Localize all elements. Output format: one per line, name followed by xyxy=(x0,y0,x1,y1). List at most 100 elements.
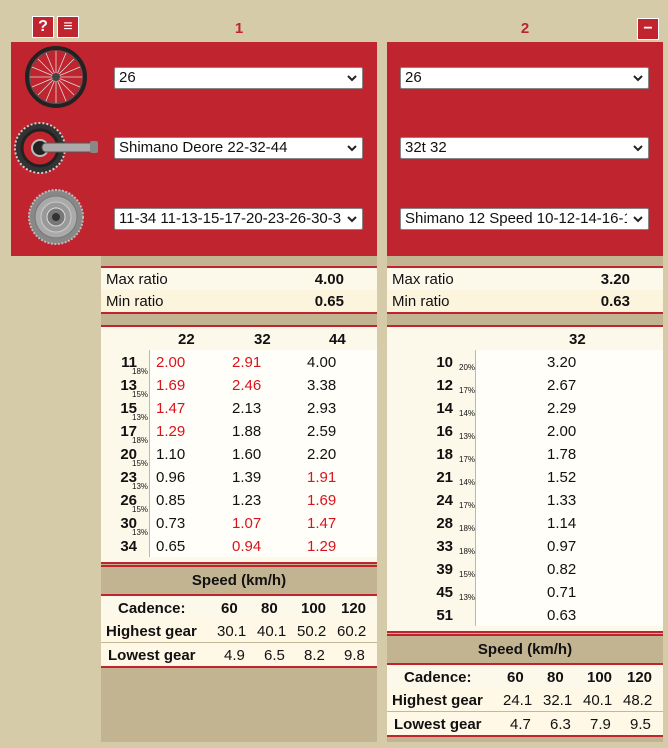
ratio-cell: 2.46 xyxy=(232,377,262,394)
gear-ratio-table: 32 10 20% 3.20 12 17% 2.67 14 14% 2.29 16 13% 2.00 18… xyxy=(387,325,663,633)
gear-row: 26 15% 0.85 1.23 1.69 xyxy=(101,488,377,514)
chainring-label: 32 xyxy=(569,331,586,348)
cog-label: 21 xyxy=(436,469,453,486)
min-ratio-value: 0.63 xyxy=(600,292,630,310)
gear-row: 15 13% 1.47 2.13 2.93 xyxy=(101,396,377,422)
lowest-gear-label: Lowest gear xyxy=(394,716,482,733)
ratio-cell: 0.97 xyxy=(547,538,577,555)
chevron-down-icon xyxy=(633,216,643,223)
cadence-value: 120 xyxy=(627,669,653,686)
cassette-select[interactable]: Shimano 12 Speed 10-12-14-16-18-21-24-28… xyxy=(400,208,649,230)
gear-row: 12 17% 2.67 xyxy=(387,373,663,396)
speed-title: Speed (km/h) xyxy=(387,634,663,663)
min-ratio-row: Min ratio 0.65 xyxy=(101,290,377,312)
setup-number: 1 xyxy=(101,15,377,42)
gear-row: 11 18% 2.00 2.91 4.00 xyxy=(101,350,377,376)
ratio-cell: 1.07 xyxy=(232,515,262,532)
crankset-select[interactable]: 32t 32 xyxy=(400,137,649,159)
ratio-cell: 0.94 xyxy=(232,538,262,555)
max-ratio-label: Max ratio xyxy=(106,270,168,288)
cog-label: 16 xyxy=(436,423,453,440)
cog-label: 18 xyxy=(436,446,453,463)
highest-gear-speed: 40.1 xyxy=(257,623,287,640)
ratio-cell: 1.91 xyxy=(307,469,337,486)
gear-row: 23 13% 0.96 1.39 1.91 xyxy=(101,465,377,491)
gear-row: 18 17% 1.78 xyxy=(387,442,663,465)
wheel-select[interactable]: 26 xyxy=(400,67,649,89)
menu-button[interactable]: ≡ xyxy=(57,16,79,38)
cassette-select-value: 11-34 11-13-15-17-20-23-26-30-34 xyxy=(119,210,341,227)
remove-setup-button[interactable]: − xyxy=(637,18,659,40)
setup-column-2: 2 − 26 32t 32 Shimano 12 Speed 10-12-14-… xyxy=(387,15,663,742)
cadence-value: 60 xyxy=(221,600,238,617)
gear-row: 10 20% 3.20 xyxy=(387,350,663,373)
cadence-value: 100 xyxy=(301,600,327,617)
highest-gear-speed: 50.2 xyxy=(297,623,327,640)
speed-table: Cadence: 60 80 100 120 Highest gear 24.1 32.1 40… xyxy=(387,663,663,737)
gear-row: 17 18% 1.29 1.88 2.59 xyxy=(101,419,377,445)
min-ratio-value: 0.65 xyxy=(314,292,344,310)
chevron-down-icon xyxy=(633,145,643,152)
lowest-gear-speed: 4.9 xyxy=(224,647,245,664)
lowest-gear-speed: 6.5 xyxy=(264,647,285,664)
max-ratio-label: Max ratio xyxy=(392,270,454,288)
cadence-row: Cadence: 60 80 100 120 xyxy=(101,596,377,619)
cog-label: 33 xyxy=(436,538,453,555)
min-ratio-row: Min ratio 0.63 xyxy=(387,290,663,312)
crankset-select-value: 32t 32 xyxy=(405,139,447,156)
chainring-header: 32 xyxy=(387,327,663,350)
lowest-gear-speed: 6.3 xyxy=(550,716,571,733)
lowest-gear-speed: 7.9 xyxy=(590,716,611,733)
ratio-cell: 1.33 xyxy=(547,492,577,509)
cog-label: 34 xyxy=(120,538,137,555)
gear-row: 51 0.63 xyxy=(387,603,663,626)
wheel-select-value: 26 xyxy=(405,69,422,86)
ratio-cell: 2.20 xyxy=(307,446,337,463)
highest-gear-row: Highest gear 30.1 40.1 50.2 60.2 xyxy=(101,619,377,642)
gear-row: 28 18% 1.14 xyxy=(387,511,663,534)
gear-ratio-table: 22 32 44 11 18% 2.00 2.91 4.00 13 15% 1.69 2.46 3.38… xyxy=(101,325,377,564)
ratio-cell: 1.78 xyxy=(547,446,577,463)
highest-gear-row: Highest gear 24.1 32.1 40.1 48.2 xyxy=(387,688,663,711)
ratio-cell: 1.47 xyxy=(307,515,337,532)
component-icons xyxy=(11,42,101,256)
highest-gear-speed: 30.1 xyxy=(217,623,247,640)
highest-gear-label: Highest gear xyxy=(392,692,483,709)
step-percent: 20% xyxy=(459,363,476,372)
max-ratio-value: 3.20 xyxy=(600,270,630,288)
wheel-icon xyxy=(25,46,87,108)
step-percent: 17% xyxy=(459,455,476,464)
ratio-cell: 1.29 xyxy=(307,538,337,555)
cog-label: 12 xyxy=(436,377,453,394)
chevron-down-icon xyxy=(633,75,643,82)
crankset-select[interactable]: Shimano Deore 22-32-44 xyxy=(114,137,363,159)
ratio-cell: 1.88 xyxy=(232,423,262,440)
ratio-cell: 2.59 xyxy=(307,423,337,440)
ratio-cell: 2.67 xyxy=(547,377,577,394)
cassette-select[interactable]: 11-34 11-13-15-17-20-23-26-30-34 xyxy=(114,208,363,230)
wheel-select[interactable]: 26 xyxy=(114,67,363,89)
ratio-cell: 1.69 xyxy=(307,492,337,509)
ratio-cell: 1.39 xyxy=(232,469,262,486)
max-ratio-row: Max ratio 4.00 xyxy=(101,268,377,290)
gear-row: 34 0.65 0.94 1.29 xyxy=(101,534,377,557)
setup-config: 26 Shimano Deore 22-32-44 11-34 11-13-15… xyxy=(101,42,377,256)
cadence-value: 60 xyxy=(507,669,524,686)
gear-row: 24 17% 1.33 xyxy=(387,488,663,511)
step-percent: 17% xyxy=(459,501,476,510)
help-button[interactable]: ? xyxy=(32,16,54,38)
ratio-cell: 0.73 xyxy=(156,515,186,532)
highest-gear-label: Highest gear xyxy=(106,623,197,640)
cog-label: 10 xyxy=(436,354,453,371)
cadence-label: Cadence: xyxy=(118,600,186,617)
gear-row: 16 13% 2.00 xyxy=(387,419,663,442)
cassette-icon xyxy=(28,189,84,245)
gear-row: 39 15% 0.82 xyxy=(387,557,663,580)
speed-table: Cadence: 60 80 100 120 Highest gear 30.1 40.1 50… xyxy=(101,594,377,668)
lowest-gear-speed: 9.8 xyxy=(344,647,365,664)
ratio-cell: 0.71 xyxy=(547,584,577,601)
step-percent: 18% xyxy=(459,524,476,533)
step-percent: 13% xyxy=(459,432,476,441)
lowest-gear-speed: 9.5 xyxy=(630,716,651,733)
gear-row: 33 18% 0.97 xyxy=(387,534,663,557)
